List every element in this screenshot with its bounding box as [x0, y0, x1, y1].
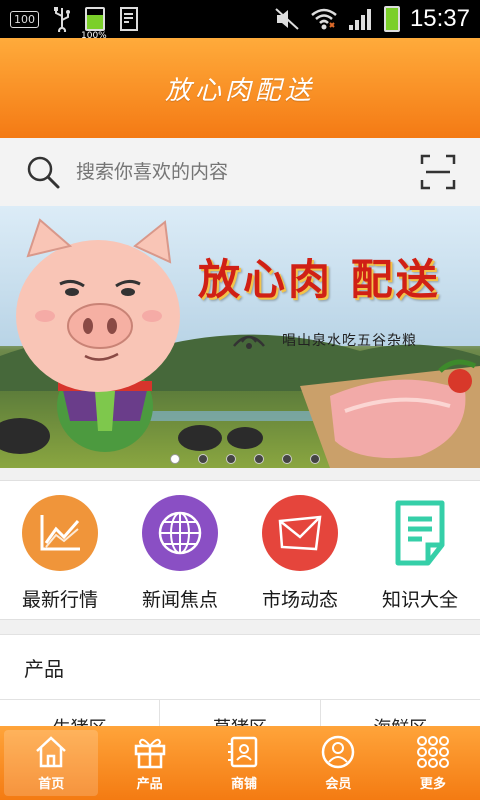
carousel-dot[interactable] — [198, 454, 208, 464]
nav-home[interactable]: 首页 — [4, 730, 99, 796]
carousel-dot[interactable] — [170, 454, 180, 464]
app-screen: 100 100% 15:37 放心肉配送 搜索你喜欢的内容 放心肉 配送 唱山泉… — [0, 0, 480, 800]
nav-products[interactable]: 产品 — [102, 726, 196, 800]
usb-icon — [54, 7, 70, 32]
nav-label: 产品 — [136, 777, 163, 792]
search-input[interactable] — [76, 161, 420, 183]
mute-icon — [275, 8, 299, 30]
carousel-dot[interactable] — [282, 454, 292, 464]
notification-badge: 100 — [10, 10, 39, 28]
member-icon — [322, 735, 355, 769]
brand-logo — [233, 335, 265, 349]
grid-dots-icon — [416, 736, 449, 768]
home-icon — [36, 736, 67, 768]
envelope-icon[interactable] — [262, 495, 338, 571]
carousel-dot[interactable] — [310, 454, 320, 464]
carousel-indicator[interactable] — [170, 454, 320, 464]
page-title: 放心肉配送 — [164, 75, 315, 106]
nav-more[interactable]: 更多 — [386, 726, 480, 800]
search-bar[interactable] — [0, 138, 480, 206]
nav-label: 更多 — [419, 777, 446, 792]
banner-subtitle: 唱山泉水吃五谷杂粮 — [282, 333, 417, 349]
search-icon[interactable] — [24, 153, 62, 191]
quick-nav-market-news[interactable]: 市场动态 — [240, 481, 360, 619]
products-section-header: 产品 — [0, 634, 480, 700]
quick-nav-label: 新闻焦点 — [141, 589, 218, 611]
clock: 15:37 — [409, 5, 470, 32]
promo-banner[interactable]: 放心肉 配送 唱山泉水吃五谷杂粮 — [0, 206, 480, 468]
banner-title: 放心肉 配送 — [198, 255, 441, 304]
nav-member[interactable]: 会员 — [291, 726, 385, 800]
document-icon[interactable] — [382, 495, 458, 571]
quick-nav-news[interactable]: 新闻焦点 — [120, 481, 240, 619]
bottom-nav: 首页 产品 商铺 会员 更多 — [0, 726, 480, 800]
nav-label: 会员 — [325, 777, 352, 792]
carousel-dot[interactable] — [254, 454, 264, 464]
products-title: 产品 — [24, 656, 64, 681]
dictionary-icon — [120, 7, 138, 31]
quick-nav-label: 市场动态 — [261, 589, 338, 611]
quick-nav-label: 知识大全 — [381, 589, 458, 611]
nav-label: 首页 — [38, 777, 65, 792]
nav-label: 商铺 — [231, 777, 258, 792]
chart-trend-icon[interactable] — [22, 495, 98, 571]
app-header: 放心肉配送 — [0, 38, 480, 138]
quick-nav-knowledge[interactable]: 知识大全 — [360, 481, 480, 619]
wifi-icon — [311, 8, 337, 30]
globe-icon[interactable] — [142, 495, 218, 571]
scan-icon[interactable] — [420, 154, 456, 190]
battery-status-icon: 100% — [81, 7, 107, 41]
carousel-dot[interactable] — [226, 454, 236, 464]
signal-icon — [348, 9, 371, 30]
shop-icon — [228, 736, 258, 768]
quick-nav-label: 最新行情 — [21, 589, 98, 611]
gift-icon — [134, 738, 165, 769]
nav-shops[interactable]: 商铺 — [197, 726, 291, 800]
quick-nav-market-trends[interactable]: 最新行情 — [0, 481, 120, 619]
status-bar: 100 100% 15:37 — [0, 0, 480, 41]
quick-nav: 最新行情 新闻焦点 市场动态 知识大全 — [0, 480, 480, 620]
battery-icon — [383, 6, 400, 32]
